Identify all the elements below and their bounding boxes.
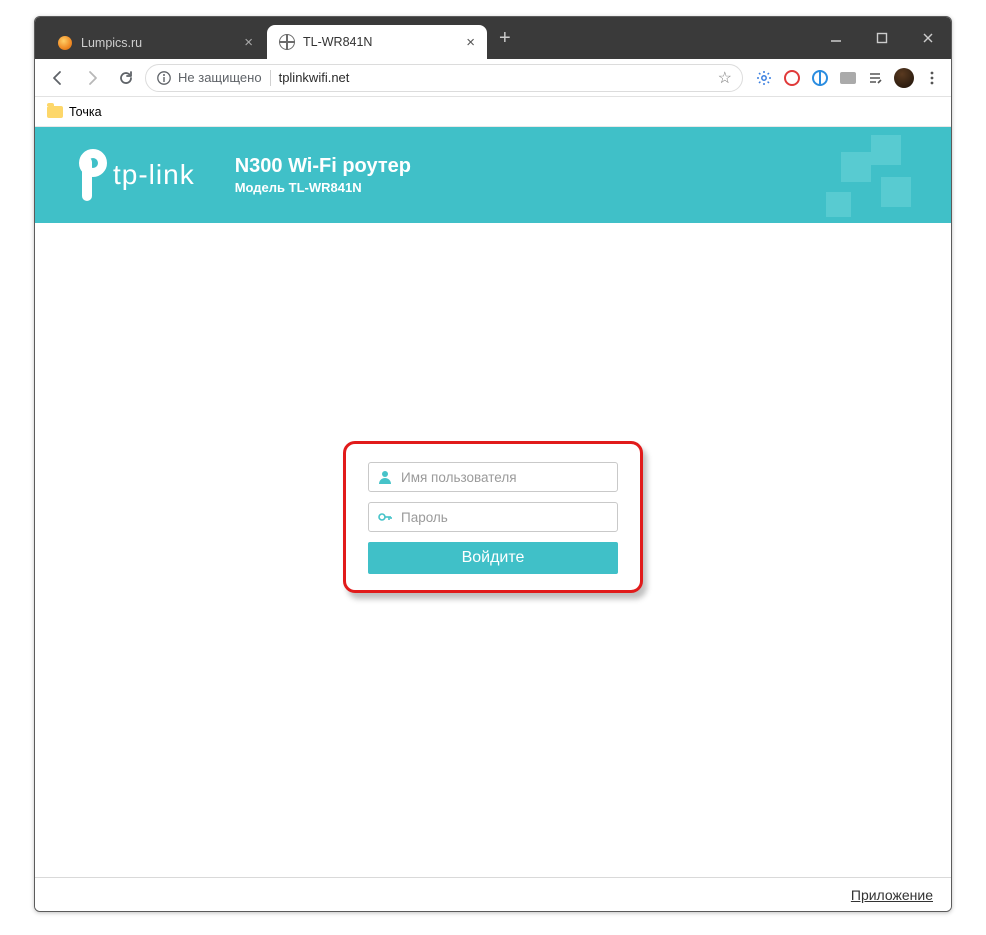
router-title: N300 Wi-Fi роутер — [235, 155, 411, 178]
tab-bar: Lumpics.ru × TL-WR841N × + — [35, 17, 951, 59]
tab-title: Lumpics.ru — [81, 36, 234, 50]
router-banner: tp-link N300 Wi-Fi роутер Модель TL-WR84… — [35, 127, 951, 223]
extension-box-icon[interactable] — [837, 67, 859, 89]
folder-icon — [47, 106, 63, 118]
url-text: tplinkwifi.net — [279, 70, 350, 85]
extension-gear-icon[interactable] — [753, 67, 775, 89]
login-button[interactable]: Войдите — [368, 542, 618, 574]
reload-button[interactable] — [111, 63, 141, 93]
bookmark-label: Точка — [69, 105, 102, 119]
window-controls — [813, 17, 951, 59]
tplink-logo-mark — [65, 149, 107, 201]
page-content: tp-link N300 Wi-Fi роутер Модель TL-WR84… — [35, 127, 951, 911]
app-link[interactable]: Приложение — [851, 887, 933, 903]
username-field-wrapper — [368, 462, 618, 492]
bookmark-item[interactable]: Точка — [47, 105, 102, 119]
username-input[interactable] — [401, 470, 609, 485]
user-icon — [377, 469, 393, 485]
extension-icons — [747, 67, 943, 89]
tplink-logo-text: tp-link — [113, 159, 195, 191]
close-window-button[interactable] — [905, 17, 951, 59]
tab-title: TL-WR841N — [303, 35, 456, 49]
profile-avatar[interactable] — [893, 67, 915, 89]
key-icon — [377, 509, 393, 525]
reading-list-icon[interactable] — [865, 67, 887, 89]
back-button[interactable] — [43, 63, 73, 93]
menu-button[interactable] — [921, 67, 943, 89]
browser-window: Lumpics.ru × TL-WR841N × + — [34, 16, 952, 912]
bookmarks-bar: Точка — [35, 97, 951, 127]
address-bar[interactable]: Не защищено tplinkwifi.net ☆ — [145, 64, 743, 92]
favicon-lumpics — [57, 35, 73, 51]
tab-tlwr841n[interactable]: TL-WR841N × — [267, 25, 487, 59]
extension-net-icon[interactable] — [809, 67, 831, 89]
close-tab-icon[interactable]: × — [464, 35, 477, 50]
close-tab-icon[interactable]: × — [242, 35, 255, 50]
toolbar: Не защищено tplinkwifi.net ☆ — [35, 59, 951, 97]
page-footer: Приложение — [35, 877, 951, 911]
forward-button[interactable] — [77, 63, 107, 93]
info-icon — [156, 70, 172, 86]
extension-opera-icon[interactable] — [781, 67, 803, 89]
login-form: Войдите — [343, 441, 643, 593]
password-field-wrapper — [368, 502, 618, 532]
bookmark-star-icon[interactable]: ☆ — [718, 68, 732, 88]
favicon-globe-icon — [279, 34, 295, 50]
divider — [270, 70, 271, 86]
tab-lumpics[interactable]: Lumpics.ru × — [45, 25, 265, 59]
security-label: Не защищено — [178, 70, 262, 85]
router-model: Модель TL-WR841N — [235, 180, 411, 195]
security-indicator[interactable]: Не защищено — [156, 70, 262, 86]
tplink-logo: tp-link — [65, 149, 195, 201]
new-tab-button[interactable]: + — [489, 21, 521, 56]
password-input[interactable] — [401, 510, 609, 525]
model-info: N300 Wi-Fi роутер Модель TL-WR841N — [235, 155, 411, 195]
minimize-button[interactable] — [813, 17, 859, 59]
maximize-button[interactable] — [859, 17, 905, 59]
